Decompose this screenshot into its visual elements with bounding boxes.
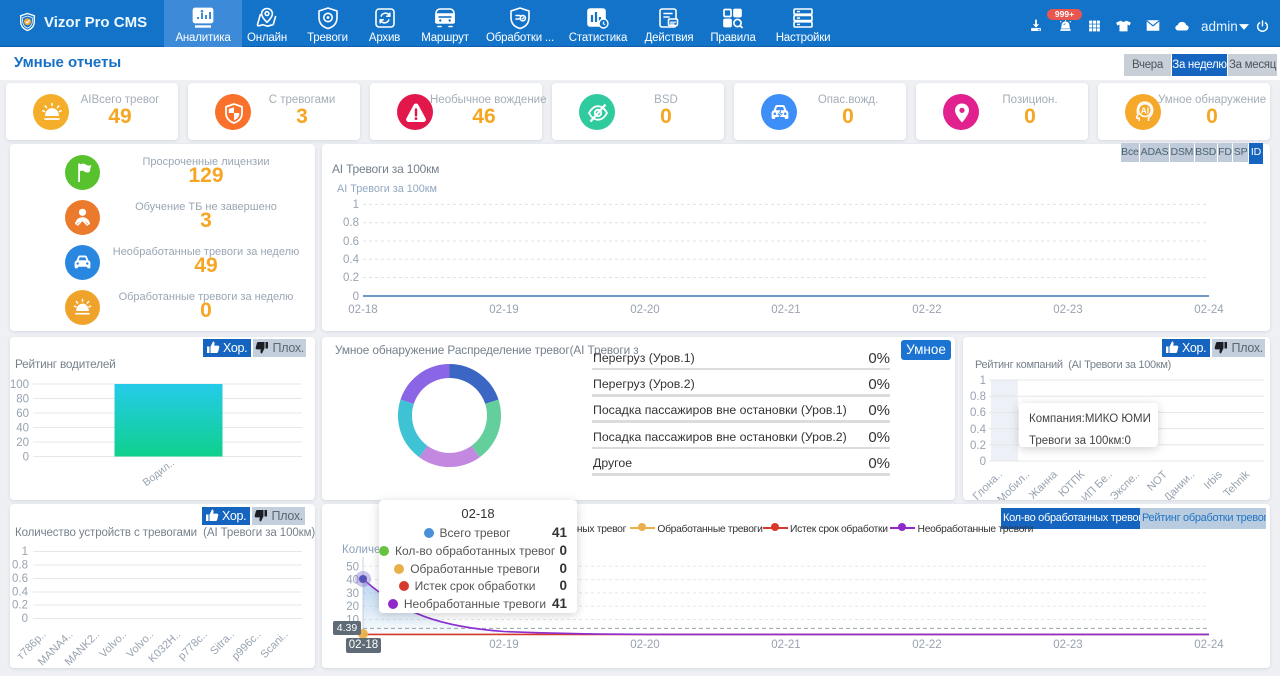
svg-text:02-24: 02-24 [1194, 304, 1224, 316]
svg-text:40: 40 [16, 423, 29, 435]
svg-text:Экспе..: Экспе.. [1108, 469, 1142, 500]
svg-text:02-23: 02-23 [1053, 304, 1082, 316]
svg-text:0: 0 [23, 452, 29, 464]
svg-text:0.8: 0.8 [970, 391, 986, 403]
svg-text:1: 1 [980, 375, 986, 387]
svg-text:02-24: 02-24 [1194, 639, 1224, 651]
svg-text:0.4: 0.4 [970, 424, 987, 436]
svg-text:Жанна: Жанна [1027, 468, 1061, 500]
svg-text:30: 30 [346, 588, 359, 600]
svg-text:Водил..: Водил.. [141, 457, 177, 489]
svg-text:100: 100 [10, 379, 29, 391]
svg-text:Volvo..: Volvo.. [97, 629, 129, 661]
svg-text:Дании..: Дании.. [1162, 469, 1197, 500]
svg-text:p778c..: p778c.. [176, 629, 210, 663]
svg-text:02-19: 02-19 [489, 304, 518, 316]
svg-text:0.2: 0.2 [12, 600, 28, 612]
svg-text:02-23: 02-23 [1053, 639, 1082, 651]
svg-text:0.2: 0.2 [970, 440, 986, 452]
svg-text:Scani..: Scani.. [258, 629, 290, 661]
svg-text:0.4: 0.4 [343, 254, 360, 266]
svg-text:1: 1 [22, 546, 28, 558]
svg-text:60: 60 [16, 408, 29, 420]
svg-text:Irbis: Irbis [1202, 468, 1226, 492]
svg-text:0: 0 [353, 291, 359, 303]
svg-text:02-21: 02-21 [771, 304, 800, 316]
svg-text:0: 0 [22, 613, 28, 625]
svg-text:Tehnik: Tehnik [1221, 468, 1252, 499]
svg-text:50: 50 [346, 561, 359, 573]
svg-text:0.8: 0.8 [12, 560, 28, 572]
svg-text:20: 20 [16, 437, 29, 449]
svg-text:0.2: 0.2 [343, 272, 359, 284]
svg-text:0.8: 0.8 [343, 217, 359, 229]
svg-text:0: 0 [980, 456, 986, 468]
svg-text:02-18: 02-18 [348, 304, 377, 316]
svg-text:02-21: 02-21 [771, 639, 800, 651]
svg-text:AI: AI [1141, 105, 1150, 115]
svg-text:p996c..: p996c.. [230, 629, 264, 663]
svg-text:0.6: 0.6 [12, 573, 28, 585]
svg-text:02-19: 02-19 [489, 639, 518, 651]
svg-text:02-22: 02-22 [912, 304, 941, 316]
svg-text:1: 1 [353, 199, 359, 211]
svg-text:20: 20 [346, 601, 359, 613]
svg-text:02-20: 02-20 [630, 639, 659, 651]
svg-text:02-22: 02-22 [912, 639, 941, 651]
svg-text:0.6: 0.6 [970, 407, 986, 419]
svg-text:80: 80 [16, 394, 29, 406]
svg-text:0.4: 0.4 [12, 587, 29, 599]
svg-text:0.6: 0.6 [343, 236, 359, 248]
svg-text:02-20: 02-20 [630, 304, 659, 316]
